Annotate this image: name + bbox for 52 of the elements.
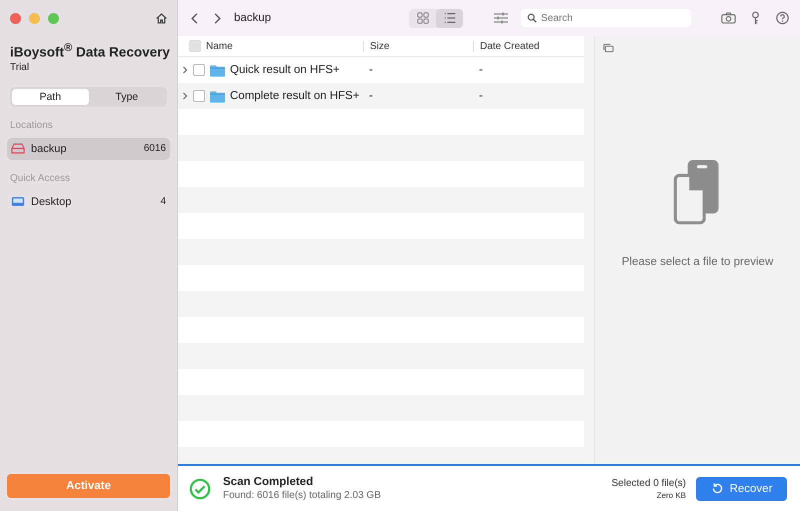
desktop-icon [11,196,25,207]
segment-tab[interactable]: Type [88,88,165,104]
scan-status-title: Scan Completed [223,476,314,488]
segment-tab[interactable]: Path [12,88,88,104]
column-header[interactable]: Date Created [480,40,540,52]
column-header[interactable]: Name [206,40,233,52]
select-all-checkbox[interactable] [189,40,201,52]
item-count: 4 [160,196,166,207]
folder-icon [210,90,225,102]
item-label: backup [31,142,66,154]
filter-icon[interactable] [493,10,509,26]
drive-icon [11,143,25,154]
section-heading: Quick Access [10,172,72,184]
home-icon[interactable] [155,12,168,24]
edition-label: Trial [9,62,30,72]
expand-icon[interactable] [182,91,188,101]
file-name[interactable]: Complete result on HFS+ [230,90,360,102]
back-icon[interactable] [190,10,200,26]
sidebar-item[interactable]: backup 6016 [7,138,170,160]
recover-button[interactable]: Recover [696,476,787,500]
preview-message: Please select a file to preview [622,256,774,268]
section-heading: Locations [10,120,54,130]
table-cell: - [369,64,373,76]
search-field[interactable]: Search [521,9,691,27]
sidebar-item[interactable]: Desktop 4 [7,190,170,212]
table-cell: - [369,90,373,102]
folder-icon [210,64,225,76]
close-button[interactable] [10,12,21,24]
refresh-icon [710,482,724,495]
list-view-button[interactable] [436,8,463,28]
row-checkbox[interactable] [193,90,205,102]
scan-summary: Found: 6016 file(s) totaling 2.03 GB [223,490,381,501]
help-icon[interactable] [775,11,790,25]
column-header[interactable]: Size [370,40,390,52]
search-icon [527,13,537,23]
forward-icon[interactable] [212,10,222,26]
table-cell: - [479,90,483,102]
item-count: 6016 [144,143,166,154]
expand-icon[interactable] [182,65,188,75]
camera-icon[interactable] [721,11,736,25]
row-checkbox[interactable] [193,64,205,76]
selection-count: Selected 0 file(s) [612,478,686,488]
item-label: Desktop [31,196,72,208]
grid-icon [416,11,430,25]
check-circle-icon [189,478,211,500]
selection-size: Zero KB [656,490,686,500]
table-cell: - [479,64,483,76]
file-name[interactable]: Quick result on HFS+ [230,64,340,76]
list-icon [442,11,456,25]
path-label: backup [234,12,272,24]
panel-icon[interactable] [603,43,614,53]
app-title: iBoysoft$^{®}$ Data Recovery [9,42,170,60]
